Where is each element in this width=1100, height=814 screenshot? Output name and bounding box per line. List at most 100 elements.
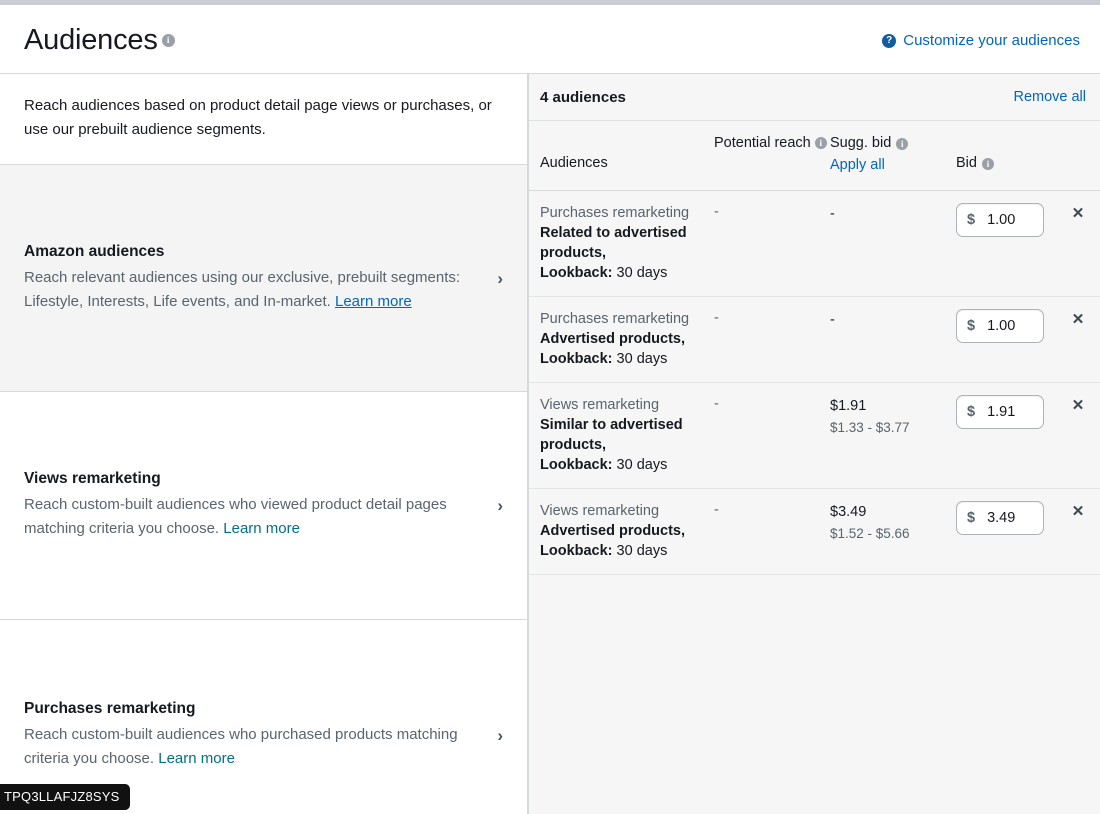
- audience-type: Purchases remarketing: [540, 311, 690, 327]
- sugg-bid-cell: $3.49 $1.52 - $5.66: [830, 501, 956, 561]
- chevron-right-icon[interactable]: ›: [487, 727, 503, 744]
- sugg-bid-cell: -: [830, 309, 956, 369]
- column-header-bid: Bid i: [956, 133, 1056, 176]
- info-icon[interactable]: i: [814, 137, 827, 149]
- bid-currency-symbol: $: [967, 212, 976, 228]
- audience-type: Views remarketing: [540, 503, 660, 519]
- section-title: Views remarketing: [24, 470, 161, 487]
- bid-input[interactable]: $ 3.49: [956, 501, 1044, 535]
- bid-cell: $ 3.49: [956, 501, 1056, 561]
- learn-more-link[interactable]: Learn more: [335, 293, 412, 310]
- learn-more-link[interactable]: Learn more: [223, 520, 300, 537]
- audience-name: Advertised products,: [540, 331, 686, 347]
- chevron-right-icon[interactable]: ›: [487, 497, 503, 514]
- audience-lookback: Lookback: 30 days: [540, 263, 714, 283]
- audiences-count: 4 audiences: [540, 88, 626, 106]
- section-description: Reach custom-built audiences who viewed …: [24, 493, 477, 541]
- bid-cell: $ 1.00: [956, 309, 1056, 369]
- info-icon[interactable]: i: [161, 34, 175, 47]
- page-header: Audiences i ? Customize your audiences: [0, 8, 1100, 74]
- close-icon[interactable]: ✕: [1070, 504, 1086, 520]
- section-body: Amazon audiences Reach relevant audience…: [24, 243, 487, 314]
- table-row: Purchases remarketing Related to adverti…: [529, 191, 1100, 297]
- bid-value: 1.91: [987, 404, 1016, 420]
- column-header-audiences: Audiences: [540, 155, 608, 171]
- close-icon[interactable]: ✕: [1070, 206, 1086, 222]
- potential-reach-cell: -: [714, 310, 719, 326]
- table-row: Purchases remarketing Advertised product…: [529, 297, 1100, 383]
- bid-value: 3.49: [987, 510, 1016, 526]
- sugg-bid-value: $1.91: [830, 398, 867, 414]
- selected-audiences-panel: 4 audiences Remove all Audiences Potenti…: [528, 74, 1100, 814]
- potential-reach-cell: -: [714, 396, 719, 412]
- bid-cell: $ 1.00: [956, 203, 1056, 283]
- customize-audiences-label: Customize your audiences: [903, 32, 1080, 49]
- section-body: Views remarketing Reach custom-built aud…: [24, 470, 487, 541]
- audience-cell: Views remarketing Advertised products, L…: [540, 501, 714, 561]
- section-description: Reach custom-built audiences who purchas…: [24, 723, 477, 771]
- remove-all-button[interactable]: Remove all: [1013, 89, 1086, 105]
- table-row: Views remarketing Advertised products, L…: [529, 489, 1100, 575]
- apply-all-button[interactable]: Apply all: [830, 155, 956, 176]
- column-header-bid-label: Bid: [956, 155, 977, 171]
- bid-value: 1.00: [987, 212, 1016, 228]
- chevron-right-icon[interactable]: ›: [487, 270, 503, 287]
- bid-input[interactable]: $ 1.91: [956, 395, 1044, 429]
- sugg-bid-value: -: [830, 206, 835, 222]
- close-icon[interactable]: ✕: [1070, 312, 1086, 328]
- lookback-value: 30 days: [612, 351, 668, 367]
- potential-reach-cell: -: [714, 204, 719, 220]
- lookback-label: Lookback:: [540, 457, 613, 473]
- panel-intro-text: Reach audiences based on product detail …: [0, 74, 527, 165]
- lookback-value: 30 days: [612, 457, 668, 473]
- audience-name: Related to advertised products,: [540, 225, 687, 261]
- table-row: Views remarketing Similar to advertised …: [529, 383, 1100, 489]
- sugg-bid-value: -: [830, 312, 835, 328]
- sugg-bid-cell: -: [830, 203, 956, 283]
- bid-currency-symbol: $: [967, 404, 976, 420]
- sugg-bid-range: $1.52 - $5.66: [830, 526, 910, 541]
- page-title-group: Audiences i: [24, 24, 175, 57]
- section-description-text: Reach custom-built audiences who purchas…: [24, 725, 458, 767]
- sidebar-item-amazon-audiences[interactable]: Amazon audiences Reach relevant audience…: [0, 165, 527, 392]
- audiences-page: Audiences i ? Customize your audiences R…: [0, 0, 1100, 814]
- lookback-label: Lookback:: [540, 265, 613, 281]
- column-header-bid-line: Bid i: [956, 153, 1056, 174]
- info-icon[interactable]: i: [896, 137, 909, 150]
- audience-cell: Views remarketing Similar to advertised …: [540, 395, 714, 475]
- audience-name: Advertised products,: [540, 523, 686, 539]
- column-header-sugg-bid-label: Sugg. bid: [830, 135, 892, 151]
- potential-reach-cell: -: [714, 502, 719, 518]
- section-title: Amazon audiences: [24, 242, 165, 260]
- learn-more-link[interactable]: Learn more: [158, 750, 235, 767]
- lookback-label: Lookback:: [540, 351, 613, 367]
- lookback-value: 30 days: [612, 543, 668, 559]
- bid-input[interactable]: $ 1.00: [956, 309, 1044, 343]
- audience-lookback: Lookback: 30 days: [540, 541, 714, 561]
- bid-input[interactable]: $ 1.00: [956, 203, 1044, 237]
- customize-audiences-link[interactable]: ? Customize your audiences: [882, 32, 1080, 49]
- question-circle-icon: ?: [882, 33, 897, 48]
- page-title: Audiences: [24, 24, 158, 56]
- bid-currency-symbol: $: [967, 510, 976, 526]
- table-header-row: Audiences Potential reach i Sugg. bid i …: [529, 121, 1100, 191]
- audience-type: Views remarketing: [540, 397, 660, 413]
- selected-audiences-header: 4 audiences Remove all: [529, 74, 1100, 121]
- bid-cell: $ 1.91: [956, 395, 1056, 475]
- column-header-sugg-bid-line: Sugg. bid i: [830, 133, 956, 154]
- sugg-bid-cell: $1.91 $1.33 - $3.77: [830, 395, 956, 475]
- lookback-label: Lookback:: [540, 543, 613, 559]
- column-header-potential-reach: Potential reach i: [714, 133, 830, 176]
- audience-name: Similar to advertised products,: [540, 417, 683, 453]
- section-body: Purchases remarketing Reach custom-built…: [24, 700, 487, 771]
- close-icon[interactable]: ✕: [1070, 398, 1086, 414]
- audience-type: Purchases remarketing: [540, 205, 690, 221]
- audience-cell: Purchases remarketing Advertised product…: [540, 309, 714, 369]
- column-header-sugg-bid: Sugg. bid i Apply all: [830, 133, 956, 176]
- column-header-potential-reach-label: Potential reach: [714, 135, 811, 151]
- status-badge: TPQ3LLAFJZ8SYS: [0, 784, 130, 810]
- sidebar-item-views-remarketing[interactable]: Views remarketing Reach custom-built aud…: [0, 392, 527, 620]
- audience-lookback: Lookback: 30 days: [540, 455, 714, 475]
- info-icon[interactable]: i: [981, 157, 994, 170]
- lookback-value: 30 days: [612, 265, 668, 281]
